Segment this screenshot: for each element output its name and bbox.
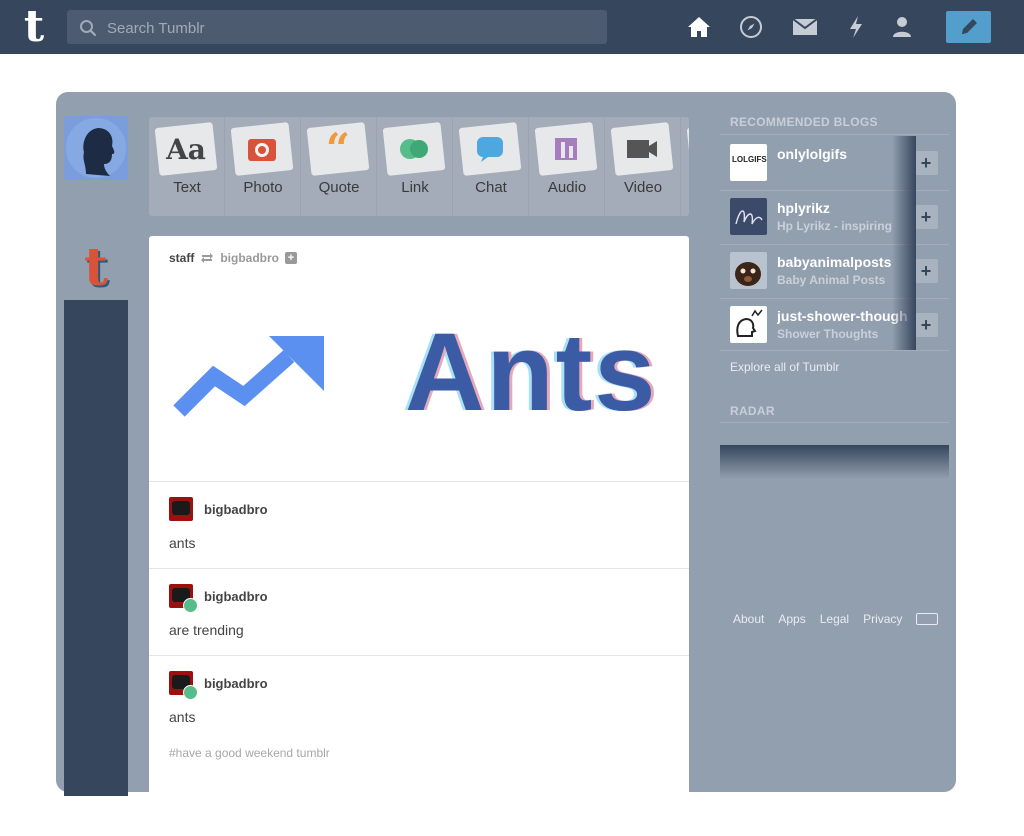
reblog-comment: bigbadbro ants: [169, 497, 669, 567]
footer-link-apps[interactable]: Apps: [778, 612, 805, 626]
avatar: [730, 198, 767, 235]
comment-author[interactable]: bigbadbro: [204, 676, 268, 691]
post-type-quote[interactable]: “ Quote: [301, 117, 377, 216]
avatar[interactable]: [169, 497, 193, 521]
post-tag[interactable]: #have a good weekend tumblr: [169, 746, 330, 760]
follow-button[interactable]: +: [914, 313, 938, 337]
follow-button[interactable]: +: [914, 205, 938, 229]
top-navigation-bar: t: [0, 0, 1024, 54]
post-type-chat[interactable]: Chat: [453, 117, 529, 216]
search-icon: [80, 20, 97, 37]
divider: [720, 422, 949, 423]
user-avatar[interactable]: [64, 116, 128, 180]
reblogged-from-link[interactable]: bigbadbro: [220, 251, 279, 265]
divider: [149, 481, 689, 482]
search-input[interactable]: [105, 10, 599, 46]
footer-link-about[interactable]: About: [733, 612, 764, 626]
blog-name: just-shower-thoughts: [777, 308, 907, 324]
compass-icon[interactable]: [737, 13, 765, 41]
blog-name: onlylolgifs: [777, 146, 847, 162]
avatar: LOLGIFS.NET: [730, 144, 767, 181]
blog-subtitle: Hp Lyrikz - inspiring: [777, 219, 892, 233]
chat-icon: [461, 125, 519, 173]
reblog-badge-icon: [183, 598, 198, 613]
photo-icon: [233, 125, 291, 173]
divider: [720, 134, 949, 135]
blog-name: babyanimalposts: [777, 254, 892, 270]
divider: [720, 350, 949, 351]
post-type-photo[interactable]: Photo: [225, 117, 301, 216]
recommended-blogs-title: RECOMMENDED BLOGS: [730, 115, 878, 129]
lightning-icon[interactable]: [842, 13, 870, 41]
mail-icon[interactable]: [791, 13, 819, 41]
post-image[interactable]: Ants: [169, 318, 669, 436]
dashboard-container: t Aa Text Photo “ Quote Link Chat Audio …: [56, 92, 956, 836]
footer-link-privacy[interactable]: Privacy: [863, 612, 902, 626]
search-box[interactable]: [67, 10, 607, 46]
divider: [149, 568, 689, 569]
pencil-icon: [961, 19, 977, 34]
reblog-icon: [201, 253, 214, 263]
follow-button[interactable]: +: [914, 259, 938, 283]
text-icon: Aa: [166, 132, 206, 166]
account-icon[interactable]: [888, 13, 916, 41]
audio-icon: [537, 125, 595, 173]
staff-avatar[interactable]: t: [64, 236, 128, 300]
reblog-badge-icon: [183, 685, 198, 700]
silhouette-icon: [66, 118, 126, 178]
post-type-text[interactable]: Aa Text: [149, 117, 225, 216]
radar-post-image[interactable]: [720, 445, 949, 479]
trending-arrow-icon: [173, 336, 324, 417]
follow-plus-icon[interactable]: +: [285, 252, 298, 264]
comment-text: ants: [169, 709, 196, 725]
post-header: staff bigbadbro +: [169, 250, 298, 266]
keyboard-shortcuts-icon[interactable]: [916, 613, 939, 625]
comment-text: are trending: [169, 622, 244, 638]
footer-links: About Apps Legal Privacy: [733, 612, 939, 626]
video-icon: [613, 125, 671, 173]
divider: [149, 655, 689, 656]
blog-subtitle: Shower Thoughts: [777, 327, 879, 341]
link-icon: [385, 125, 443, 173]
footer-link-legal[interactable]: Legal: [820, 612, 849, 626]
avatar: [730, 306, 767, 343]
home-icon[interactable]: [685, 13, 713, 41]
post-type-link[interactable]: Link: [377, 117, 453, 216]
comment-author[interactable]: bigbadbro: [204, 589, 268, 604]
post-type-overflow: [681, 117, 689, 216]
compose-button[interactable]: [946, 11, 991, 43]
reblog-comment: bigbadbro are trending: [169, 584, 669, 654]
ants-graphic-text: Ants: [405, 311, 658, 434]
blog-name: hplyrikz: [777, 200, 830, 216]
post-type-audio[interactable]: Audio: [529, 117, 605, 216]
quote-icon: “: [325, 124, 351, 173]
scroll-fade: [892, 136, 916, 350]
comment-text: ants: [169, 535, 196, 551]
avatar: [730, 252, 767, 289]
explore-link[interactable]: Explore all of Tumblr: [730, 360, 839, 374]
post-avatar-rail: [64, 236, 128, 796]
radar-title: RADAR: [730, 404, 775, 418]
blog-subtitle: Baby Animal Posts: [777, 273, 886, 287]
reblog-comment: bigbadbro ants: [169, 671, 669, 741]
tumblr-logo[interactable]: t: [16, 5, 52, 49]
dashboard-post: staff bigbadbro + Ants bigbadbro ants bi…: [149, 236, 689, 836]
post-author-link[interactable]: staff: [169, 251, 194, 265]
follow-button[interactable]: +: [914, 151, 938, 175]
comment-author[interactable]: bigbadbro: [204, 502, 268, 517]
post-type-bar: Aa Text Photo “ Quote Link Chat Audio Vi…: [149, 117, 689, 216]
post-type-video[interactable]: Video: [605, 117, 681, 216]
